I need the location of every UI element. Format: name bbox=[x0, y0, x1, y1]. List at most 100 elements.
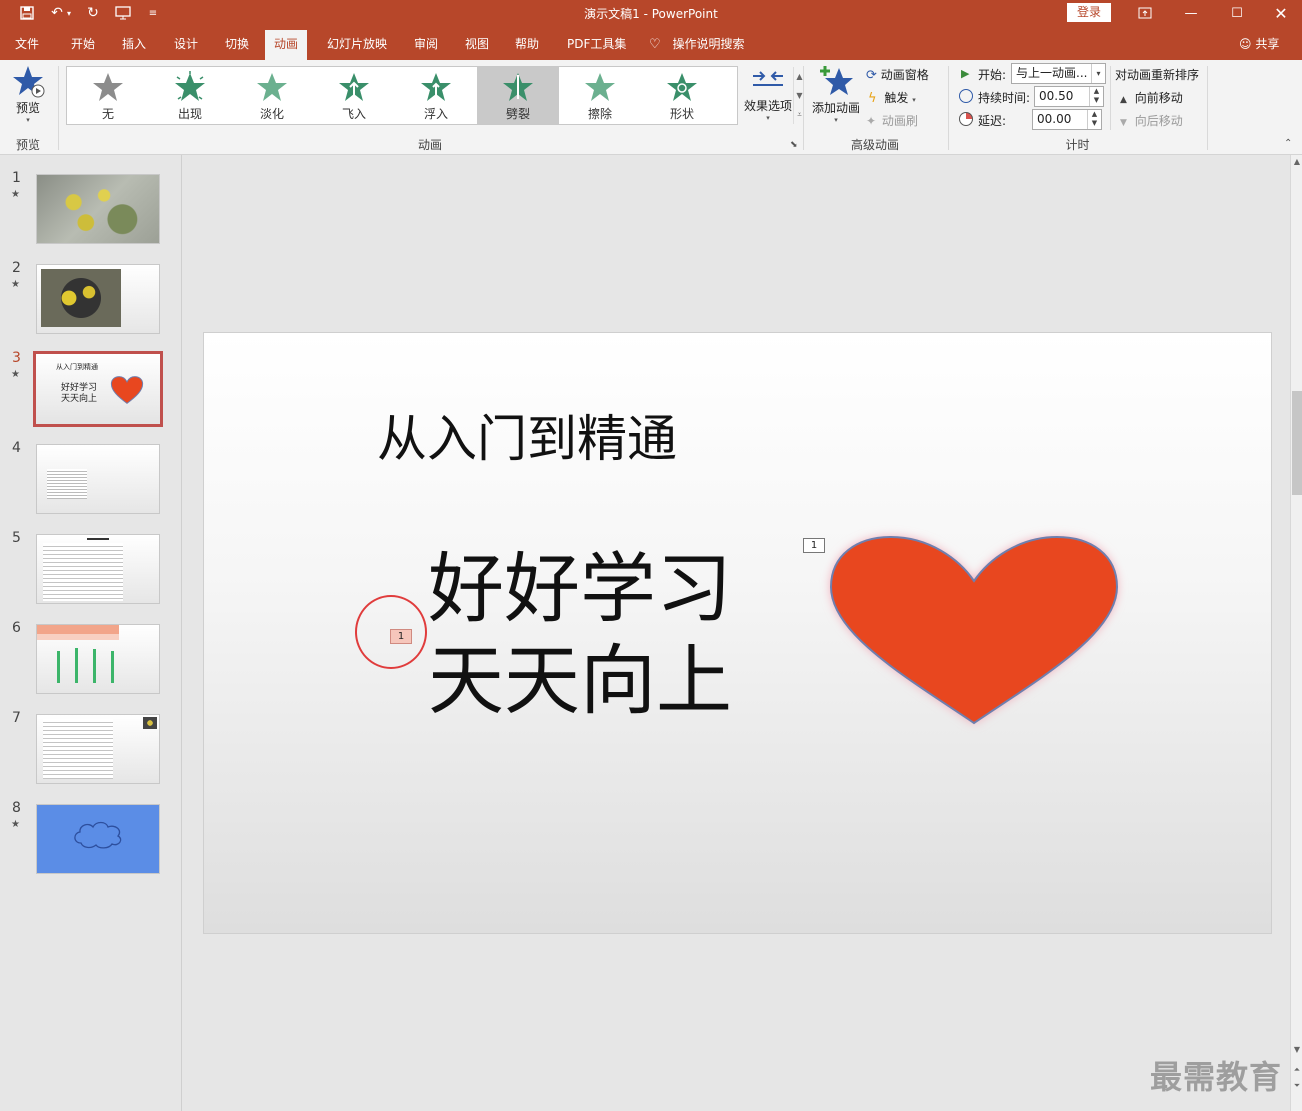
start-dropdown-icon[interactable]: ▾ bbox=[1091, 64, 1105, 83]
delay-icon bbox=[959, 112, 973, 126]
tab-slideshow[interactable]: 幻灯片放映 bbox=[318, 30, 396, 60]
cloud-thumbnail-icon bbox=[74, 821, 122, 849]
slide-canvas[interactable]: 从入门到精通 好好学习 天天向上 1 1 bbox=[203, 332, 1272, 934]
previous-slide-icon[interactable]: ⏶ bbox=[1291, 1065, 1302, 1075]
tab-view[interactable]: 视图 bbox=[456, 30, 498, 60]
animation-dialog-launcher-icon[interactable]: ⬊ bbox=[790, 140, 798, 150]
maximize-icon[interactable]: ☐ bbox=[1214, 0, 1260, 26]
delay-spinner-icon[interactable]: ▲ ▼ bbox=[1087, 110, 1101, 129]
star-gray-icon bbox=[93, 73, 123, 101]
slide-thumbnail-4[interactable] bbox=[36, 444, 160, 514]
animation-option-2[interactable]: 淡化 bbox=[231, 67, 313, 124]
thumb-chart-bar bbox=[93, 649, 96, 683]
preview-button[interactable]: 预览 ▾ bbox=[8, 64, 48, 126]
tab-design[interactable]: 设计 bbox=[165, 30, 207, 60]
vertical-scrollbar[interactable]: ▲ ▼ ⏶ ⏷ bbox=[1290, 155, 1302, 1111]
star-shape-icon bbox=[667, 73, 697, 101]
ribbon-display-options-icon[interactable] bbox=[1122, 0, 1168, 26]
thumb-photo bbox=[143, 717, 157, 729]
duration-input[interactable]: 00.50 ▲ ▼ bbox=[1034, 86, 1104, 107]
animation-option-1[interactable]: 出现 bbox=[149, 67, 231, 124]
triangle-down-icon: ▼ bbox=[1120, 118, 1127, 128]
animation-option-7[interactable]: 形状 bbox=[641, 67, 723, 124]
redo-icon[interactable]: ↻ bbox=[82, 3, 104, 23]
preview-dropdown-icon[interactable]: ▾ bbox=[8, 116, 48, 124]
effect-options-label: 效果选项 bbox=[743, 99, 792, 113]
group-divider bbox=[803, 66, 804, 150]
star-burst-icon bbox=[175, 71, 205, 101]
start-label: 开始: bbox=[978, 68, 1007, 82]
animation-gallery: 无出现 淡化 飞入 浮入 劈裂 擦除 形状 ▲ ▼ ⩡ bbox=[66, 66, 803, 125]
next-slide-icon[interactable]: ⏷ bbox=[1291, 1081, 1302, 1091]
slide-editor: 从入门到精通 好好学习 天天向上 1 1 bbox=[183, 155, 1290, 1111]
tab-review[interactable]: 审阅 bbox=[405, 30, 447, 60]
animation-star-icon: ★ bbox=[11, 369, 20, 380]
thumb-text-lines bbox=[47, 469, 87, 499]
preview-group-label: 预览 bbox=[15, 138, 40, 152]
slide-body-text[interactable]: 好好学习 天天向上 bbox=[428, 543, 732, 727]
animation-option-label: 擦除 bbox=[587, 107, 612, 121]
duration-label: 持续时间: bbox=[978, 91, 1031, 105]
animation-pane-button[interactable]: ⟳ 动画窗格 bbox=[866, 66, 929, 84]
animation-option-0[interactable]: 无 bbox=[67, 67, 149, 124]
close-icon[interactable]: ✕ bbox=[1258, 0, 1302, 26]
clock-icon bbox=[959, 89, 973, 103]
animation-option-4[interactable]: 浮入 bbox=[395, 67, 477, 124]
slide-thumbnail-1[interactable] bbox=[36, 174, 160, 244]
minimize-icon[interactable]: — bbox=[1168, 0, 1214, 26]
tab-help[interactable]: 帮助 bbox=[506, 30, 548, 60]
animation-option-5[interactable]: 劈裂 bbox=[477, 67, 559, 124]
animation-option-label: 劈裂 bbox=[505, 107, 530, 121]
scroll-down-icon[interactable]: ▼ bbox=[1291, 1045, 1302, 1054]
animation-option-6[interactable]: 擦除 bbox=[559, 67, 641, 124]
animation-order-tag[interactable]: 1 bbox=[390, 629, 412, 644]
slide-title[interactable]: 从入门到精通 bbox=[377, 399, 677, 471]
tab-animations[interactable]: 动画 bbox=[265, 30, 308, 60]
tab-insert[interactable]: 插入 bbox=[113, 30, 155, 60]
duration-spinner-icon[interactable]: ▲ ▼ bbox=[1089, 87, 1103, 106]
star-wipe-icon bbox=[585, 73, 615, 101]
move-earlier-button[interactable]: ▲ 向前移动 bbox=[1120, 89, 1183, 106]
add-animation-button[interactable]: 添加动画 ▾ bbox=[810, 64, 862, 124]
slide-thumbnail-5[interactable] bbox=[36, 534, 160, 604]
effect-options-icon bbox=[753, 71, 783, 86]
save-icon[interactable] bbox=[16, 3, 38, 23]
animation-option-3[interactable]: 飞入 bbox=[313, 67, 395, 124]
add-animation-dropdown-icon: ▾ bbox=[834, 116, 838, 124]
slide-thumbnail-3[interactable]: 从入门到精通 好好学习 天天向上 bbox=[33, 351, 163, 427]
star-float-icon bbox=[421, 73, 451, 101]
slide-thumbnail-7[interactable] bbox=[36, 714, 160, 784]
scroll-up-icon[interactable]: ▲ bbox=[1291, 157, 1302, 166]
undo-dropdown-icon[interactable]: ▾ bbox=[64, 3, 74, 23]
body-line-1: 好好学习 bbox=[428, 544, 732, 633]
tab-file[interactable]: 文件 bbox=[6, 30, 48, 60]
effect-options-button[interactable]: 效果选项 ▾ bbox=[742, 68, 794, 122]
slide-number: 5 bbox=[12, 530, 21, 546]
thumb-chart-bar bbox=[111, 651, 114, 683]
animation-star-icon: ★ bbox=[11, 819, 20, 830]
slide-thumbnail-2[interactable] bbox=[36, 264, 160, 334]
slide-number: 2 bbox=[12, 260, 21, 276]
delay-label: 延迟: bbox=[978, 114, 1007, 128]
tab-transitions[interactable]: 切换 bbox=[216, 30, 258, 60]
slide-thumbnail-8[interactable] bbox=[36, 804, 160, 874]
scroll-thumb[interactable] bbox=[1292, 391, 1302, 495]
tab-home[interactable]: 开始 bbox=[62, 30, 104, 60]
slide-thumbnail-6[interactable] bbox=[36, 624, 160, 694]
lightning-icon: ϟ bbox=[868, 91, 877, 106]
trigger-button[interactable]: ϟ 触发 ▾ bbox=[868, 89, 916, 107]
customize-toolbar-icon[interactable]: ≡ bbox=[142, 3, 164, 23]
heart-shape[interactable] bbox=[819, 529, 1129, 729]
tab-pdf-tools[interactable]: PDF工具集 bbox=[558, 30, 635, 60]
delay-input[interactable]: 00.00 ▲ ▼ bbox=[1032, 109, 1102, 130]
collapse-ribbon-icon[interactable]: ⌃ bbox=[1284, 138, 1292, 149]
tell-me-search[interactable]: ♡ 操作说明搜索 bbox=[645, 30, 754, 60]
timing-group-label: 计时 bbox=[1065, 138, 1090, 152]
start-select[interactable]: 与上一动画... ▾ bbox=[1011, 63, 1106, 84]
move-later-label: 向后移动 bbox=[1134, 114, 1183, 128]
slide-number: 3 bbox=[12, 350, 21, 366]
share-button[interactable]: ☺ 共享 bbox=[1230, 30, 1288, 60]
slide-number: 1 bbox=[12, 170, 21, 186]
login-button[interactable]: 登录 bbox=[1067, 3, 1111, 22]
present-from-start-icon[interactable] bbox=[112, 3, 134, 23]
